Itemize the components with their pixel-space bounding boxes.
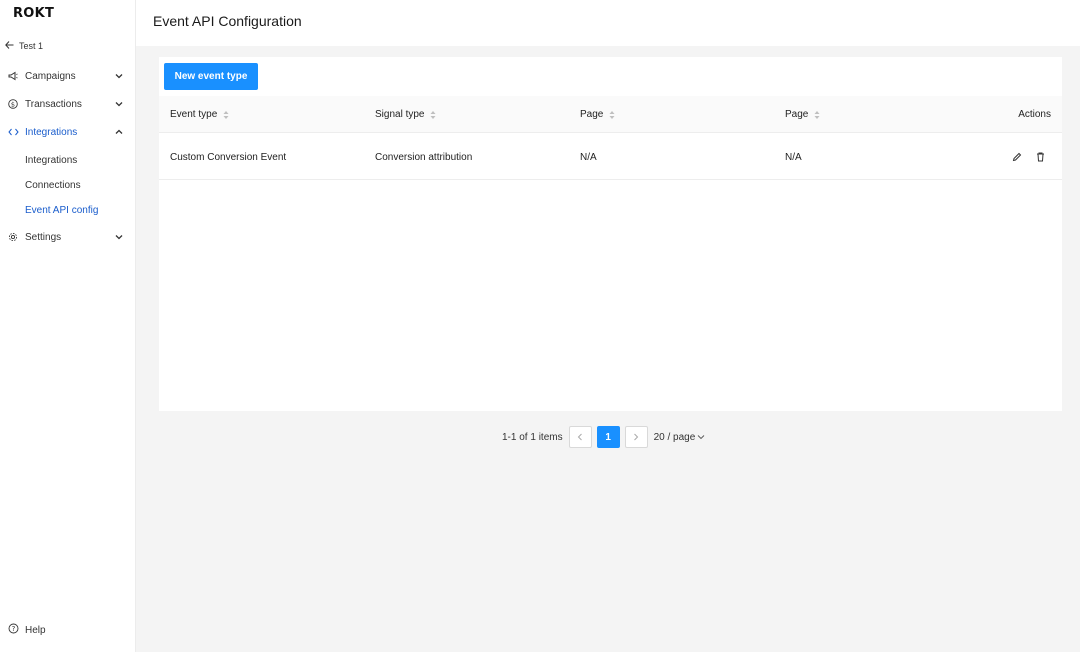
- pagination-total: 1-1 of 1 items: [502, 431, 563, 443]
- page-size-select[interactable]: 20 / page: [654, 432, 706, 443]
- help-label: Help: [25, 624, 46, 636]
- next-page-button[interactable]: [624, 426, 648, 448]
- column-header-event-type[interactable]: Event type: [170, 96, 229, 133]
- chevron-down-icon: [112, 73, 126, 79]
- sidebar-item-label: Transactions: [25, 98, 82, 110]
- svg-text:$: $: [11, 100, 15, 108]
- gear-icon: [8, 232, 25, 242]
- code-icon: [8, 128, 25, 136]
- svg-text:?: ?: [12, 625, 16, 633]
- chevron-down-icon: [112, 101, 126, 107]
- cell-page-2: N/A: [785, 151, 802, 163]
- sidebar-subitem-event-api-config[interactable]: Event API config: [25, 202, 98, 218]
- column-header-label: Event type: [170, 109, 218, 120]
- table-header: Event type Signal type Page Page Actions: [159, 96, 1062, 133]
- page-title: Event API Configuration: [153, 13, 302, 29]
- pagination: 1-1 of 1 items 1 20 / page: [502, 426, 705, 448]
- arrow-left-icon: [5, 40, 19, 52]
- sort-icon: [223, 110, 229, 120]
- sidebar: ROKT Test 1 Campaigns $ Transactions Int…: [0, 0, 136, 652]
- cell-event-type: Custom Conversion Event: [170, 151, 287, 163]
- event-types-card: New event type Event type Signal type Pa…: [159, 57, 1062, 411]
- rokt-logo[interactable]: ROKT: [13, 6, 54, 21]
- page-header: Event API Configuration: [136, 0, 1080, 46]
- page-button-1[interactable]: 1: [596, 426, 620, 448]
- previous-page-button[interactable]: [568, 426, 592, 448]
- column-header-page[interactable]: Page: [580, 96, 615, 133]
- new-event-type-button[interactable]: New event type: [164, 63, 258, 90]
- sort-icon: [430, 110, 436, 120]
- chevron-down-icon: [112, 234, 126, 240]
- page-size-label: 20 / page: [653, 431, 696, 443]
- dollar-circle-icon: $: [8, 99, 25, 109]
- question-circle-icon: ?: [8, 623, 19, 637]
- sidebar-subitem-connections[interactable]: Connections: [25, 177, 81, 193]
- table-row: Custom Conversion Event Conversion attri…: [159, 134, 1062, 180]
- back-link-label: Test 1: [19, 41, 44, 51]
- column-header-signal-type[interactable]: Signal type: [375, 96, 436, 133]
- back-link[interactable]: Test 1: [5, 40, 43, 52]
- sort-icon: [609, 110, 615, 120]
- sidebar-item-transactions[interactable]: $ Transactions: [0, 94, 136, 114]
- sidebar-item-campaigns[interactable]: Campaigns: [0, 66, 136, 86]
- delete-icon[interactable]: [1033, 150, 1047, 164]
- sidebar-subitem-integrations[interactable]: Integrations: [25, 152, 77, 168]
- column-header-actions: Actions: [1018, 109, 1051, 120]
- sidebar-item-label: Settings: [25, 231, 62, 243]
- column-header-label: Page: [580, 109, 604, 120]
- chevron-left-icon: [577, 433, 582, 441]
- chevron-up-icon: [112, 129, 126, 135]
- help-link[interactable]: ? Help: [8, 622, 46, 638]
- chevron-down-icon: [697, 435, 705, 440]
- sidebar-item-settings[interactable]: Settings: [0, 227, 136, 247]
- edit-icon[interactable]: [1010, 150, 1024, 164]
- sidebar-item-label: Campaigns: [25, 70, 76, 82]
- chevron-right-icon: [634, 433, 639, 441]
- cell-signal-type: Conversion attribution: [375, 151, 473, 163]
- megaphone-icon: [8, 71, 25, 81]
- cell-page: N/A: [580, 151, 597, 163]
- column-header-label: Page: [785, 109, 809, 120]
- column-header-page-2[interactable]: Page: [785, 96, 820, 133]
- sidebar-item-integrations[interactable]: Integrations: [0, 122, 136, 142]
- sidebar-item-label: Integrations: [25, 126, 78, 138]
- sort-icon: [814, 110, 820, 120]
- column-header-label: Signal type: [375, 109, 425, 120]
